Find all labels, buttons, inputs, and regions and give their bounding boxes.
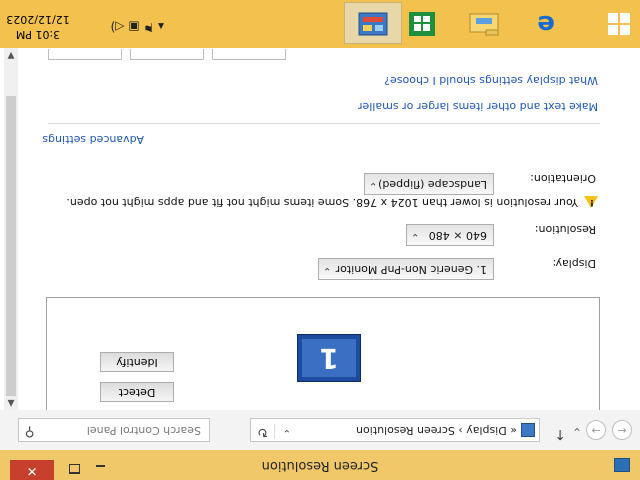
windows-logo-pane — [608, 25, 618, 35]
up-button[interactable]: ↑ — [554, 426, 566, 442]
start-button[interactable] — [608, 13, 630, 35]
title-bar[interactable]: Screen Resolution ✕ — [0, 450, 640, 480]
file-explorer-icon[interactable] — [462, 4, 506, 44]
resolution-label: Resolution: — [534, 223, 596, 236]
clock-time: 3:01 PM — [15, 28, 61, 41]
monitor-number: 1 — [319, 342, 339, 375]
scrollbar-thumb[interactable] — [6, 96, 16, 396]
detect-button[interactable]: Detect — [100, 382, 174, 402]
warning-mark: ! — [589, 197, 594, 207]
maximize-icon — [69, 464, 81, 474]
advanced-settings-link[interactable]: Advanced settings — [42, 133, 144, 146]
address-field[interactable]: « Display › Screen Resolution ⌄ ↻ — [250, 418, 540, 442]
internet-explorer-icon[interactable]: e — [524, 4, 568, 44]
search-placeholder: Search Control Panel — [86, 424, 201, 437]
refresh-icon[interactable]: ↻ — [257, 424, 275, 439]
vertical-scrollbar[interactable]: ▲ ▼ — [4, 48, 18, 410]
dialog-button[interactable] — [48, 49, 122, 60]
address-toolbar: ← → ⌄ ↑ « Display › Screen Resolution ⌄ … — [0, 410, 640, 450]
minimize-button[interactable] — [88, 460, 114, 480]
system-tray-icons[interactable]: ▴ ⚑ ▣ ◁) — [111, 20, 164, 34]
display-select[interactable]: 1. Generic Non-PnP Monitor ⌄ — [318, 258, 494, 280]
monitor-icon[interactable]: 1 — [297, 334, 361, 382]
breadcrumb[interactable]: « Display › Screen Resolution — [356, 424, 517, 437]
chevron-down-icon[interactable]: ⌄ — [283, 427, 291, 438]
resolution-select[interactable]: 640 × 480 ⌄ — [406, 224, 494, 246]
taskbar: e ▴ ⚑ ▣ ◁) 3:01 PM 12/12/2023 — [0, 0, 640, 48]
clock[interactable]: 3:01 PM 12/12/2023 — [6, 12, 70, 42]
chevron-down-icon: ⌄ — [411, 231, 420, 242]
display-settings-help-link[interactable]: What display settings should I choose? — [384, 74, 598, 87]
main-content: 1 Detect Identify Display: 1. Generic No… — [0, 48, 640, 410]
display-icon — [521, 423, 535, 437]
windows-logo-pane — [620, 13, 630, 23]
dialog-button[interactable] — [130, 49, 204, 60]
orientation-label: Orientation: — [530, 172, 596, 185]
monitor-screen: 1 — [302, 339, 356, 377]
orientation-value: Landscape (flipped) — [378, 178, 487, 191]
forward-button[interactable]: → — [586, 420, 606, 440]
chevron-down-icon: ⌄ — [369, 180, 378, 191]
control-panel-taskbar-icon[interactable] — [344, 2, 402, 44]
identify-button[interactable]: Identify — [100, 352, 174, 372]
divider — [48, 123, 600, 124]
search-input[interactable]: Search Control Panel ⚲ — [18, 418, 210, 442]
display-value: 1. Generic Non-PnP Monitor — [335, 263, 487, 276]
recent-locations-icon[interactable]: ⌄ — [572, 425, 582, 439]
screen: Screen Resolution ✕ ← → ⌄ ↑ « Display › … — [0, 0, 640, 480]
maximize-button[interactable] — [62, 460, 88, 480]
text-size-link[interactable]: Make text and other items larger or smal… — [358, 100, 598, 113]
search-icon[interactable]: ⚲ — [25, 424, 35, 439]
display-label: Display: — [552, 257, 596, 270]
scroll-up-icon[interactable]: ▲ — [4, 396, 18, 410]
windows-logo-icon — [620, 25, 630, 35]
dialog-button[interactable] — [212, 49, 286, 60]
orientation-select[interactable]: Landscape (flipped) ⌄ — [364, 173, 494, 195]
clock-date: 12/12/2023 — [6, 13, 70, 26]
windows-logo-pane — [608, 13, 618, 23]
resolution-warning: Your resolution is lower than 1024 x 768… — [66, 196, 578, 209]
store-icon[interactable] — [400, 4, 444, 44]
back-button[interactable]: ← — [612, 420, 632, 440]
close-button[interactable]: ✕ — [10, 460, 54, 480]
resolution-value: 640 × 480 — [428, 229, 487, 242]
minimize-icon — [96, 465, 106, 467]
chevron-down-icon: ⌄ — [323, 265, 332, 276]
scroll-down-icon[interactable]: ▼ — [4, 48, 18, 62]
